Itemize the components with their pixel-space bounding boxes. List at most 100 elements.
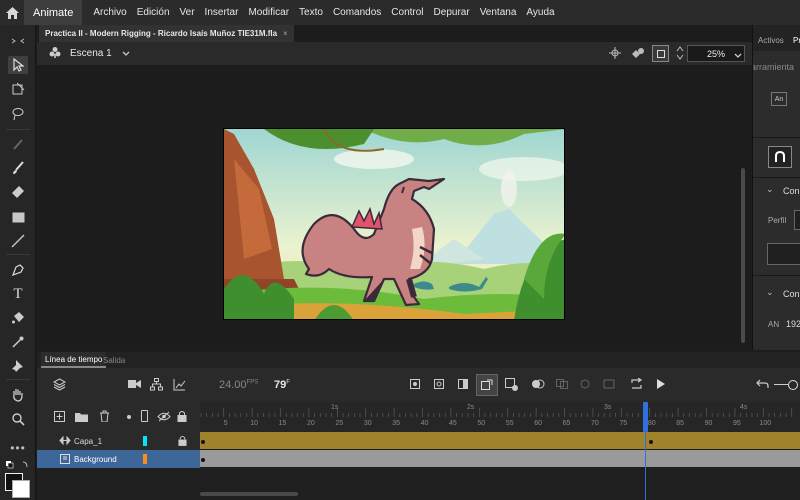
app-name[interactable]: Animate: [24, 0, 83, 25]
lock-icon[interactable]: [178, 435, 187, 448]
menu-ventana[interactable]: Ventana: [475, 7, 522, 18]
stage-canvas[interactable]: [223, 128, 565, 320]
create-tween-icon[interactable]: [476, 374, 498, 396]
horizontal-scrollbar[interactable]: [200, 492, 298, 496]
onion-skin-icon[interactable]: [531, 379, 545, 392]
layers-icon[interactable]: [52, 378, 67, 394]
tab-timeline[interactable]: Línea de tiempo: [41, 352, 107, 368]
home-icon[interactable]: [0, 0, 24, 25]
an-value[interactable]: 192: [786, 319, 800, 329]
text-icon[interactable]: T: [8, 285, 28, 303]
frame-ruler[interactable]: 1s 2s 3s 4s 5 10 15 20 25 30 35 40 45 50 55 60 65 70 7…: [200, 402, 800, 432]
swap-colors-icon[interactable]: [5, 459, 31, 474]
visibility-toggle-icon[interactable]: [157, 411, 171, 425]
vertical-scrollbar[interactable]: [741, 168, 745, 343]
edit-symbols-icon[interactable]: [631, 47, 645, 62]
layer1-frames[interactable]: [200, 432, 800, 449]
menu-texto[interactable]: Texto: [294, 7, 328, 18]
selection-tool-icon[interactable]: [8, 56, 28, 74]
center-stage-icon[interactable]: [609, 47, 621, 62]
layer-color-swatch[interactable]: [143, 436, 147, 446]
section2-chevron-icon[interactable]: ⌄: [766, 287, 774, 298]
lasso-icon[interactable]: [8, 105, 28, 123]
section1-chevron-icon[interactable]: ⌄: [766, 184, 774, 195]
layer-color-swatch[interactable]: [143, 454, 147, 464]
document-tab[interactable]: Practica II - Modern Rigging - Ricardo I…: [39, 25, 294, 42]
keyframe-icon[interactable]: [410, 379, 420, 392]
brush-icon[interactable]: [8, 159, 28, 177]
tween-options-icon[interactable]: [505, 378, 518, 394]
menu-comandos[interactable]: Comandos: [328, 7, 386, 18]
camera-icon[interactable]: [128, 379, 141, 392]
hand-icon[interactable]: [8, 386, 28, 404]
eyedropper-icon[interactable]: [8, 333, 28, 351]
profile-field[interactable]: [767, 243, 800, 265]
keyframe[interactable]: [649, 440, 653, 444]
play-icon[interactable]: [656, 378, 666, 393]
rectangle-icon[interactable]: [8, 208, 28, 226]
blank-keyframe-icon[interactable]: [434, 379, 444, 392]
insert-frame-icon[interactable]: [458, 379, 468, 392]
menu-edicion[interactable]: Edición: [132, 7, 175, 18]
menu-control[interactable]: Control: [386, 7, 428, 18]
playhead[interactable]: [643, 402, 648, 432]
loop-icon[interactable]: [630, 377, 643, 393]
timeline-zoom-slider[interactable]: [788, 380, 798, 390]
pin-icon[interactable]: [8, 357, 28, 375]
graph-icon[interactable]: [173, 378, 186, 394]
clip-canvas-icon[interactable]: [652, 45, 669, 62]
zoom-dropdown-icon[interactable]: [734, 50, 742, 62]
layer-row-selected[interactable]: Background: [37, 450, 200, 468]
menu-ver[interactable]: Ver: [175, 7, 200, 18]
collapse-icon[interactable]: [8, 32, 28, 50]
folder-icon[interactable]: [75, 412, 88, 425]
undo-icon[interactable]: [756, 379, 769, 392]
scene-icon: [49, 46, 61, 61]
menu-archivo[interactable]: Archivo: [88, 7, 131, 18]
lock-all-icon[interactable]: [177, 410, 187, 425]
edit-multiple-frames-icon[interactable]: [579, 379, 591, 392]
magnet-icon[interactable]: [768, 146, 792, 168]
layer2-frames[interactable]: [200, 450, 800, 467]
onion-skin-outline-icon[interactable]: [556, 379, 568, 392]
bone-tool-icon[interactable]: [8, 135, 28, 153]
keyframe[interactable]: [201, 458, 205, 462]
close-tab-icon[interactable]: ×: [283, 29, 288, 38]
zoom-stepper-icon[interactable]: [676, 45, 684, 64]
menu-ayuda[interactable]: Ayuda: [521, 7, 559, 18]
paint-bucket-icon[interactable]: [8, 309, 28, 327]
menu-modificar[interactable]: Modificar: [243, 7, 294, 18]
tab-output[interactable]: Salida: [103, 352, 125, 368]
layer-row[interactable]: Capa_1: [37, 432, 200, 450]
more-tools-icon[interactable]: •••: [8, 439, 28, 457]
menu-depurar[interactable]: Depurar: [429, 7, 475, 18]
eraser-icon[interactable]: [8, 183, 28, 201]
section2-title[interactable]: Con: [783, 289, 800, 299]
scene-name[interactable]: Escena 1: [70, 48, 112, 59]
layer-name[interactable]: Capa_1: [74, 437, 102, 446]
fill-color-swatch[interactable]: [12, 480, 30, 498]
keyframe[interactable]: [201, 440, 205, 444]
current-frame[interactable]: 79F: [274, 379, 290, 391]
parenting-icon[interactable]: [150, 378, 163, 394]
zoom-icon[interactable]: [8, 410, 28, 428]
section1-title[interactable]: Con: [783, 186, 800, 196]
frame-rate[interactable]: 24.00FPS: [219, 379, 258, 391]
onion-settings-icon[interactable]: [603, 379, 615, 392]
menu-bar: Animate Archivo Edición Ver Insertar Mod…: [0, 0, 800, 25]
scene-dropdown-icon[interactable]: [122, 48, 130, 60]
timeline-controls: 24.00FPS 79F: [37, 368, 800, 402]
zoom-out-timeline[interactable]: [774, 384, 788, 385]
assets-tab[interactable]: Activos: [758, 36, 784, 45]
line-icon[interactable]: [8, 232, 28, 250]
delete-layer-icon[interactable]: [99, 410, 110, 425]
pen-icon[interactable]: [8, 261, 28, 279]
perfil-select[interactable]: [794, 210, 800, 230]
layer-name[interactable]: Background: [74, 455, 117, 464]
free-transform-icon[interactable]: [8, 80, 28, 98]
new-layer-icon[interactable]: [54, 411, 65, 425]
outline-layers-icon[interactable]: [141, 410, 148, 422]
properties-tab[interactable]: Pr: [793, 36, 800, 45]
highlight-layers-icon[interactable]: [127, 415, 131, 419]
menu-insertar[interactable]: Insertar: [200, 7, 244, 18]
